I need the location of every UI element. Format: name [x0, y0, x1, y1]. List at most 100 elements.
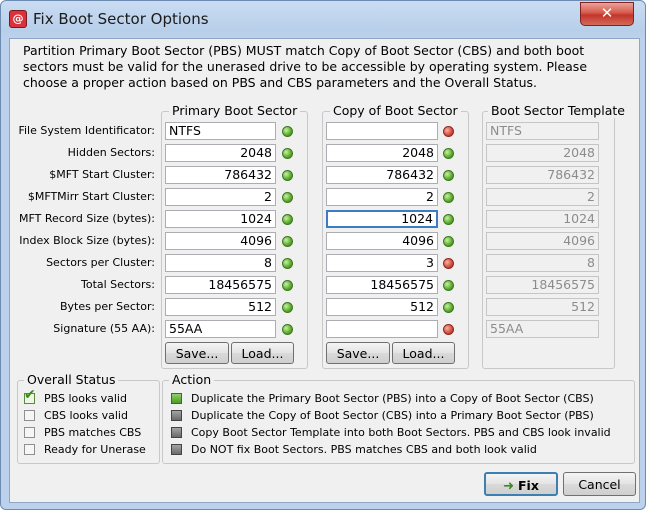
label-sectors-per-cluster: Sectors per Cluster:	[46, 256, 155, 269]
overall-status-group: Overall Status ✔ PBS looks valid CBS looks…	[17, 372, 160, 464]
label-index-block-size-bytes: Index Block Size (bytes):	[19, 234, 155, 247]
cbs-load-button[interactable]: Load...	[392, 342, 455, 364]
fix-button-label: Fix	[518, 478, 539, 493]
cbs-status-green-dot-icon	[443, 148, 454, 159]
cbs-status-green-dot-icon	[443, 302, 454, 313]
template-field-sectors-per-cluster: 8	[486, 254, 599, 272]
pbs-status-green-dot-icon	[282, 126, 293, 137]
template-field-index-block-size-bytes: 4096	[486, 232, 599, 250]
pbs-field-signature-55-aa[interactable]: 55AA	[165, 320, 276, 338]
cbs-field-hidden-sectors[interactable]: 2048	[326, 144, 438, 162]
cbs-field-signature-55-aa[interactable]	[326, 320, 438, 338]
label-total-sectors: Total Sectors:	[81, 278, 155, 291]
label-bytes-per-sector: Bytes per Sector:	[59, 300, 155, 313]
dialog-window: @ Fix Boot Sector Options ✕ Partition Pr…	[0, 0, 646, 510]
action-option-4[interactable]: Do NOT fix Boot Sectors. PBS matches CBS…	[171, 442, 537, 458]
pbs-field-file-system-identificator[interactable]: NTFS	[165, 122, 276, 140]
app-logo-icon: @	[9, 10, 27, 28]
cbs-save-button[interactable]: Save...	[326, 342, 390, 364]
cbs-field-mft-start-cluster[interactable]: 786432	[326, 166, 438, 184]
cbs-field-index-block-size-bytes[interactable]: 4096	[326, 232, 438, 250]
pbs-status-green-dot-icon	[282, 280, 293, 291]
template-field-bytes-per-sector: 512	[486, 298, 599, 316]
action-label: Do NOT fix Boot Sectors. PBS matches CBS…	[191, 443, 537, 456]
action-gray-square-icon	[171, 443, 182, 455]
template-field-mftmirr-start-cluster: 2	[486, 188, 599, 206]
action-green-square-icon	[171, 392, 182, 404]
template-field-signature-55-aa: 55AA	[486, 320, 599, 338]
action-gray-square-icon	[171, 409, 182, 421]
cbs-field-bytes-per-sector[interactable]: 512	[326, 298, 438, 316]
cbs-status-green-dot-icon	[443, 280, 454, 291]
pbs-field-hidden-sectors[interactable]: 2048	[165, 144, 276, 162]
action-option-1[interactable]: Duplicate the Primary Boot Sector (PBS) …	[171, 391, 594, 407]
cbs-status-green-dot-icon	[443, 170, 454, 181]
pbs-status-green-dot-icon	[282, 302, 293, 313]
cbs-field-sectors-per-cluster[interactable]: 3	[326, 254, 438, 272]
pbs-group-title: Primary Boot Sector	[169, 103, 301, 118]
dialog-body: Partition Primary Boot Sector (PBS) MUST…	[9, 38, 640, 503]
checkmark-icon: ✔	[24, 386, 36, 403]
action-label: Copy Boot Sector Template into both Boot…	[191, 426, 611, 439]
window-title: Fix Boot Sector Options	[33, 10, 209, 28]
template-field-mft-start-cluster: 786432	[486, 166, 599, 184]
pbs-save-button[interactable]: Save...	[165, 342, 229, 364]
cbs-field-mft-record-size-bytes[interactable]: 1024	[326, 210, 438, 228]
action-option-2[interactable]: Duplicate the Copy of Boot Sector (CBS) …	[171, 408, 594, 424]
label-hidden-sectors: Hidden Sectors:	[67, 146, 155, 159]
pbs-status-green-dot-icon	[282, 258, 293, 269]
description-text: Partition Primary Boot Sector (PBS) MUST…	[23, 43, 588, 90]
fix-button[interactable]: ➜ Fix	[484, 472, 558, 496]
cbs-field-mftmirr-start-cluster[interactable]: 2	[326, 188, 438, 206]
pbs-field-mft-start-cluster[interactable]: 786432	[165, 166, 276, 184]
pbs-field-sectors-per-cluster[interactable]: 8	[165, 254, 276, 272]
pbs-status-green-dot-icon	[282, 324, 293, 335]
pbs-field-index-block-size-bytes[interactable]: 4096	[165, 232, 276, 250]
status-pbs-matches-cbs: PBS matches CBS	[24, 425, 141, 441]
pbs-field-mftmirr-start-cluster[interactable]: 2	[165, 188, 276, 206]
pbs-status-green-dot-icon	[282, 192, 293, 203]
pbs-field-total-sectors[interactable]: 18456575	[165, 276, 276, 294]
cbs-status-green-dot-icon	[443, 236, 454, 247]
template-field-file-system-identificator: NTFS	[486, 122, 599, 140]
label-mftmirr-start-cluster: $MFTMirr Start Cluster:	[27, 190, 155, 203]
close-button[interactable]: ✕	[580, 2, 634, 26]
cbs-status-red-dot-icon	[443, 324, 454, 335]
checkbox-unchecked-icon	[24, 426, 35, 438]
overall-status-title: Overall Status	[24, 372, 119, 387]
label-signature-55-aa: Signature (55 AA):	[53, 322, 155, 335]
status-cbs-looks-valid: CBS looks valid	[24, 408, 128, 424]
status-label: Ready for Unerase	[44, 443, 146, 456]
status-label: PBS looks valid	[44, 392, 127, 405]
status-label: PBS matches CBS	[44, 426, 142, 439]
pbs-load-button[interactable]: Load...	[231, 342, 294, 364]
action-label: Duplicate the Primary Boot Sector (PBS) …	[191, 392, 594, 405]
cbs-group-title: Copy of Boot Sector	[330, 103, 461, 118]
fix-arrow-icon: ➜	[503, 479, 514, 494]
pbs-field-bytes-per-sector[interactable]: 512	[165, 298, 276, 316]
pbs-field-mft-record-size-bytes[interactable]: 1024	[165, 210, 276, 228]
cbs-status-green-dot-icon	[443, 192, 454, 203]
pbs-status-green-dot-icon	[282, 170, 293, 181]
action-label: Duplicate the Copy of Boot Sector (CBS) …	[191, 409, 594, 422]
action-group: Action Duplicate the Primary Boot Sector…	[162, 372, 635, 464]
action-gray-square-icon	[171, 426, 182, 438]
status-ready-for-unerase: Ready for Unerase	[24, 442, 146, 458]
pbs-status-green-dot-icon	[282, 236, 293, 247]
title-bar[interactable]: @ Fix Boot Sector Options ✕	[1, 1, 645, 39]
cbs-status-red-dot-icon	[443, 126, 454, 137]
checkbox-checked-icon: ✔	[24, 388, 36, 404]
cbs-status-green-dot-icon	[443, 214, 454, 225]
pbs-status-green-dot-icon	[282, 214, 293, 225]
template-field-hidden-sectors: 2048	[486, 144, 599, 162]
cbs-field-file-system-identificator[interactable]	[326, 122, 438, 140]
action-title: Action	[169, 372, 215, 387]
status-label: CBS looks valid	[44, 409, 128, 422]
cancel-button[interactable]: Cancel	[563, 472, 636, 496]
template-field-total-sectors: 18456575	[486, 276, 599, 294]
action-option-3[interactable]: Copy Boot Sector Template into both Boot…	[171, 425, 611, 441]
template-field-mft-record-size-bytes: 1024	[486, 210, 599, 228]
cbs-field-total-sectors[interactable]: 18456575	[326, 276, 438, 294]
label-mft-record-size-bytes: MFT Record Size (bytes):	[18, 212, 155, 225]
checkbox-unchecked-icon	[24, 443, 35, 455]
